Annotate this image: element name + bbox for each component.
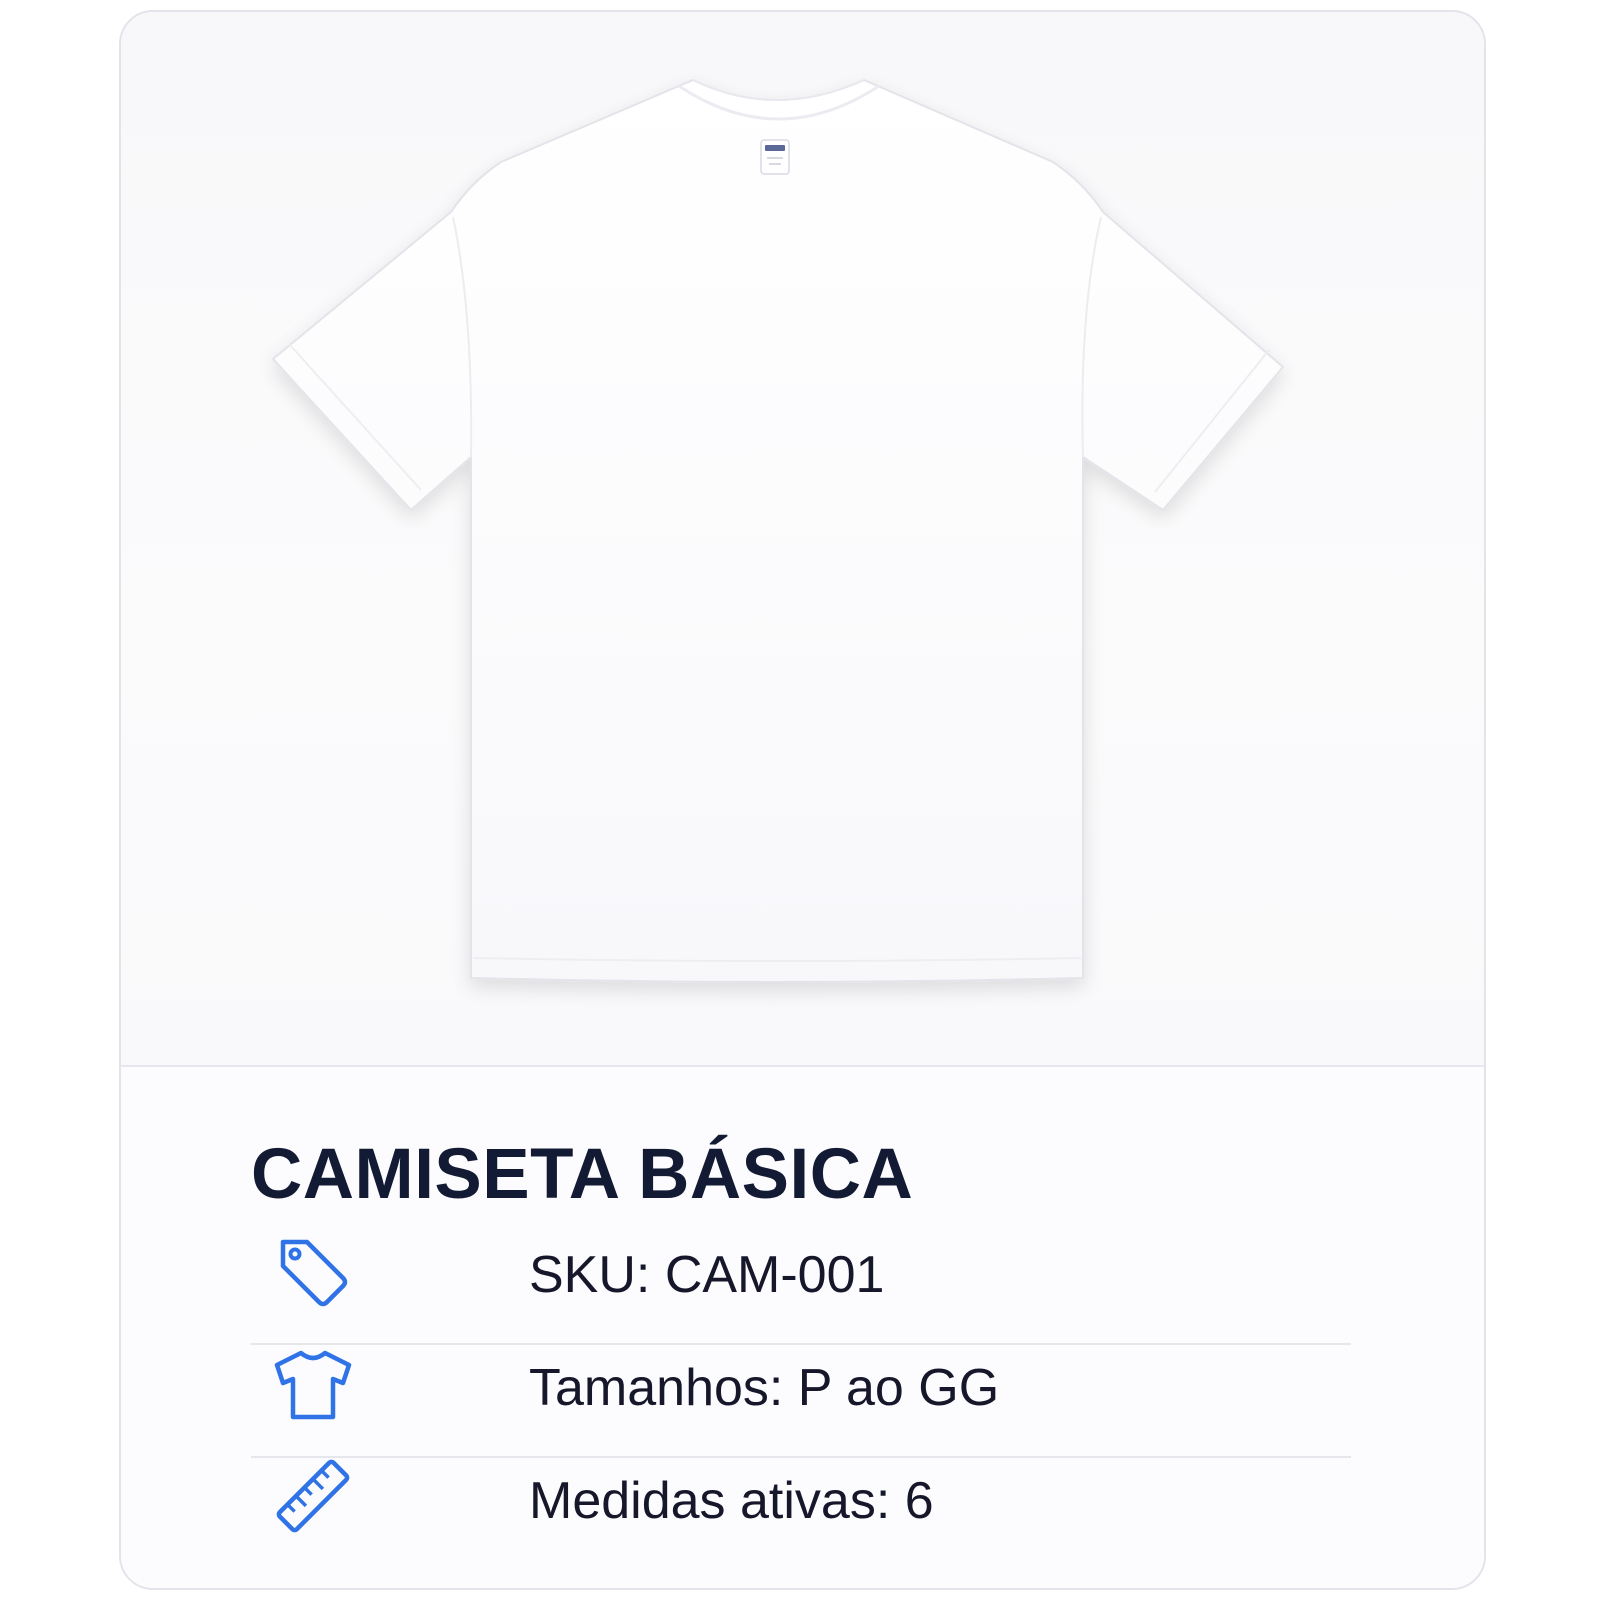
ruler-icon: [276, 1459, 350, 1533]
sku-row: SKU: CAM-001: [251, 1212, 1351, 1322]
tshirt-icon: [274, 1350, 352, 1420]
tag-icon: [280, 1239, 348, 1307]
tshirt-photo: [271, 78, 1285, 983]
product-card[interactable]: CAMISETA BÁSICA SKU: CAM-001 Tamanhos: P…: [119, 10, 1486, 1590]
product-details: CAMISETA BÁSICA SKU: CAM-001 Tamanhos: P…: [121, 1067, 1484, 1588]
neck-label-icon: [760, 139, 790, 175]
measures-text: Medidas ativas: 6: [529, 1471, 934, 1530]
product-title: CAMISETA BÁSICA: [251, 1135, 914, 1214]
sizes-row: Tamanhos: P ao GG: [251, 1325, 1351, 1435]
sku-text: SKU: CAM-001: [529, 1245, 885, 1304]
product-image-area: [121, 12, 1484, 1067]
measures-row: Medidas ativas: 6: [251, 1438, 1351, 1548]
sizes-text: Tamanhos: P ao GG: [529, 1358, 1000, 1417]
